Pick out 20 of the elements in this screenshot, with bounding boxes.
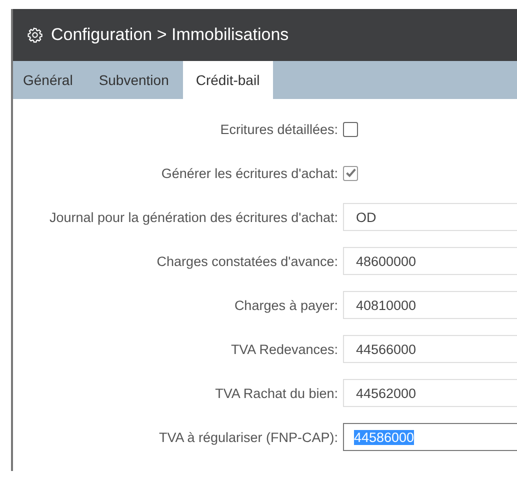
field-label: Ecritures détaillées: — [219, 122, 338, 136]
field-label: Charges à payer: — [233, 298, 338, 312]
input-field[interactable]: 48600000 — [343, 247, 517, 275]
field-label: TVA Redevances: — [230, 342, 338, 356]
field-label: TVA à régulariser (FNP-CAP): — [158, 430, 338, 444]
tab[interactable]: Subvention — [86, 61, 181, 99]
tab[interactable]: Crédit-bail — [182, 61, 273, 99]
input-field[interactable]: OD — [343, 203, 517, 231]
input-field[interactable]: 40810000 — [343, 291, 517, 319]
page-title: Configuration > Immobilisations — [51, 25, 289, 45]
field-label: TVA Rachat du bien: — [214, 386, 338, 400]
input-field[interactable]: 44566000 — [343, 335, 517, 363]
checkbox[interactable] — [343, 122, 358, 136]
field-label: Charges constatées d'avance: — [156, 254, 338, 268]
checkbox[interactable] — [343, 166, 358, 180]
input-field[interactable]: 44562000 — [343, 379, 517, 407]
settings-icon — [27, 27, 43, 43]
field-label: Journal pour la génération des écritures d'achat: — [48, 210, 338, 224]
tab[interactable]: Général — [13, 61, 85, 99]
field-label: Générer les écritures d'achat: — [160, 166, 338, 180]
